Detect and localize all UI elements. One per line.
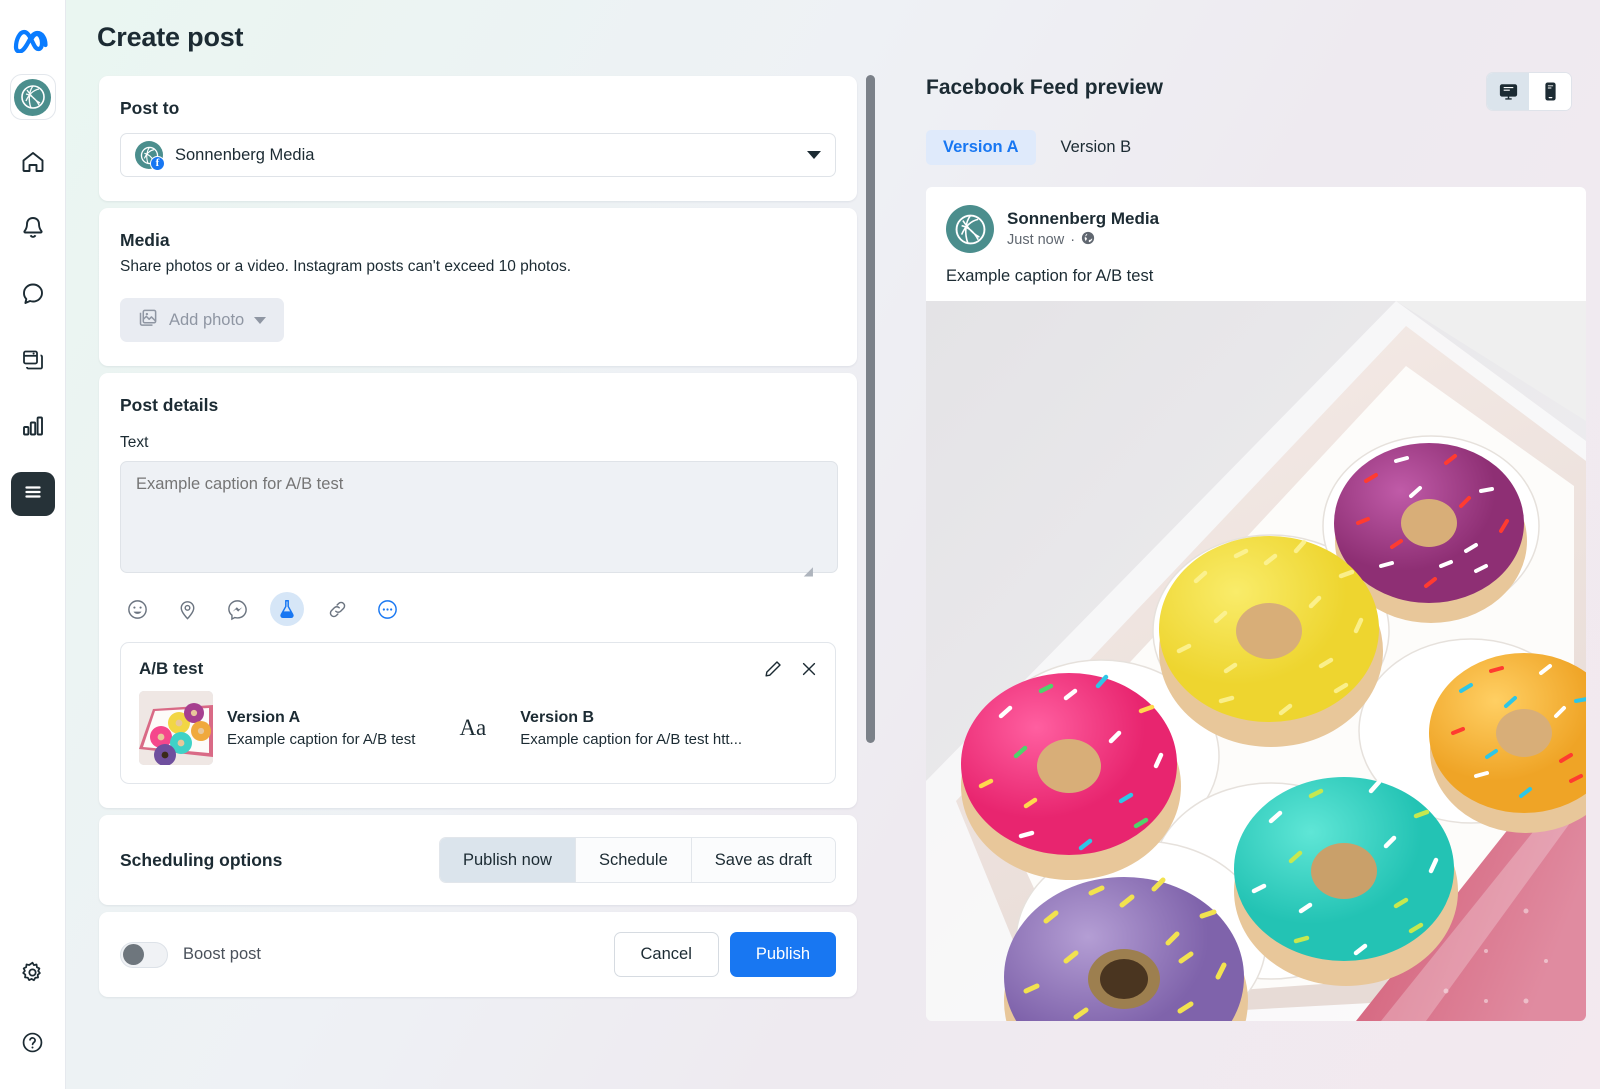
account-avatar: f <box>135 141 165 171</box>
desktop-icon[interactable] <box>1487 73 1529 110</box>
tab-version-b[interactable]: Version B <box>1044 130 1149 165</box>
post-details-heading: Post details <box>120 395 219 415</box>
brand-avatar-icon[interactable] <box>9 74 56 120</box>
avatar <box>14 78 51 116</box>
edit-pencil-icon[interactable] <box>763 659 783 684</box>
mobile-icon[interactable] <box>1529 73 1571 110</box>
hamburger-menu-icon <box>20 479 46 510</box>
location-pin-icon[interactable] <box>170 592 204 626</box>
device-toggle <box>1486 72 1572 111</box>
chat-bubble-icon <box>20 281 46 312</box>
post-author-name: Sonnenberg Media <box>1007 209 1160 228</box>
version-b-text-icon: Aa <box>459 715 487 740</box>
version-b-caption: Example caption for A/B test htt... <box>520 730 743 748</box>
ab-test-card: A/B test Version A Example caption for A… <box>120 642 836 784</box>
ab-test-title: A/B test <box>139 659 204 678</box>
version-a-caption: Example caption for A/B test <box>227 730 416 748</box>
globe-icon <box>1081 231 1095 249</box>
sidebar-item-home[interactable] <box>11 142 55 186</box>
media-heading: Media <box>120 230 170 250</box>
composer-toolbar <box>120 592 836 626</box>
sidebar-item-insights[interactable] <box>11 406 55 450</box>
compose-column: Post to f Sonnenberg Media Media Share p… <box>99 76 859 997</box>
emoji-icon[interactable] <box>120 592 154 626</box>
help-circle-icon <box>20 1030 45 1060</box>
content-cards-icon <box>20 347 46 378</box>
meta-logo-icon[interactable] <box>11 18 55 62</box>
version-tabs: Version A Version B <box>926 130 1586 165</box>
bar-chart-icon <box>20 413 46 444</box>
version-a-name: Version A <box>227 708 301 726</box>
version-a-thumbnail <box>139 691 213 765</box>
resize-grip-icon[interactable]: ◢ <box>804 564 813 578</box>
boost-post-label: Boost post <box>183 945 261 963</box>
bell-icon <box>20 215 46 246</box>
post-author-avatar <box>946 205 994 253</box>
publish-button[interactable]: Publish <box>729 932 836 977</box>
add-photo-label: Add photo <box>169 310 245 329</box>
preview-column: Facebook Feed preview Version A Version … <box>926 72 1586 1021</box>
post-to-card: Post to f Sonnenberg Media <box>99 76 857 201</box>
scheduling-card: Scheduling options Publish now Schedule … <box>99 815 857 905</box>
gear-icon <box>20 960 45 990</box>
post-to-select[interactable]: f Sonnenberg Media <box>120 133 836 177</box>
footer-actions: Boost post Cancel Publish <box>99 912 857 997</box>
media-description: Share photos or a video. Instagram posts… <box>120 258 572 275</box>
chevron-down-icon[interactable] <box>807 151 821 159</box>
post-text-input[interactable] <box>120 461 838 573</box>
version-b-info: Version B Example caption for A/B test h… <box>520 709 742 748</box>
post-to-heading: Post to <box>120 98 180 118</box>
post-details-card: Post details Text ◢ <box>99 373 857 808</box>
version-a-info: Version A Example caption for A/B test <box>227 709 415 748</box>
add-photo-button[interactable]: Add photo <box>120 298 285 342</box>
post-header: Sonnenberg Media Just now · <box>926 187 1586 253</box>
sidebar-item-notifications[interactable] <box>11 208 55 252</box>
left-sidebar <box>0 0 66 1089</box>
photo-icon <box>138 308 159 332</box>
sidebar-item-settings[interactable] <box>11 953 55 997</box>
cancel-button[interactable]: Cancel <box>613 932 719 977</box>
scheduling-segmented-control: Publish now Schedule Save as draft <box>438 837 836 883</box>
scheduling-heading: Scheduling options <box>120 849 283 870</box>
messenger-icon[interactable] <box>220 592 254 626</box>
boost-post-toggle[interactable] <box>120 941 168 968</box>
compose-scrollbar[interactable] <box>866 75 875 743</box>
post-caption: Example caption for A/B test <box>946 267 1154 285</box>
post-timestamp: Just now <box>1007 232 1065 248</box>
version-b-name: Version B <box>520 708 595 726</box>
scheduling-option-publish-now[interactable]: Publish now <box>439 838 576 882</box>
scheduling-option-schedule[interactable]: Schedule <box>575 838 692 882</box>
facebook-badge-icon: f <box>150 156 165 171</box>
home-icon <box>20 149 46 180</box>
sidebar-item-menu[interactable] <box>10 472 55 516</box>
scheduling-option-save-as-draft[interactable]: Save as draft <box>691 838 835 882</box>
sidebar-item-help[interactable] <box>11 1023 55 1067</box>
sidebar-item-messages[interactable] <box>11 274 55 318</box>
chevron-down-icon <box>254 316 267 324</box>
page-title: Create post <box>97 22 244 52</box>
sidebar-item-content[interactable] <box>11 340 55 384</box>
meta-separator: · <box>1070 232 1076 248</box>
scrollbar-thumb[interactable] <box>866 75 875 743</box>
post-to-selected-value: Sonnenberg Media <box>175 145 315 164</box>
flask-icon[interactable] <box>270 592 304 626</box>
text-field-label: Text <box>120 434 149 451</box>
toggle-knob <box>123 944 144 965</box>
close-icon[interactable] <box>799 659 819 684</box>
more-options-icon[interactable] <box>370 592 404 626</box>
tab-version-a[interactable]: Version A <box>926 130 1036 165</box>
post-image[interactable] <box>926 301 1586 1021</box>
facebook-post-preview: Sonnenberg Media Just now · Example capt… <box>926 187 1586 1021</box>
link-icon[interactable] <box>320 592 354 626</box>
media-card: Media Share photos or a video. Instagram… <box>99 208 857 366</box>
